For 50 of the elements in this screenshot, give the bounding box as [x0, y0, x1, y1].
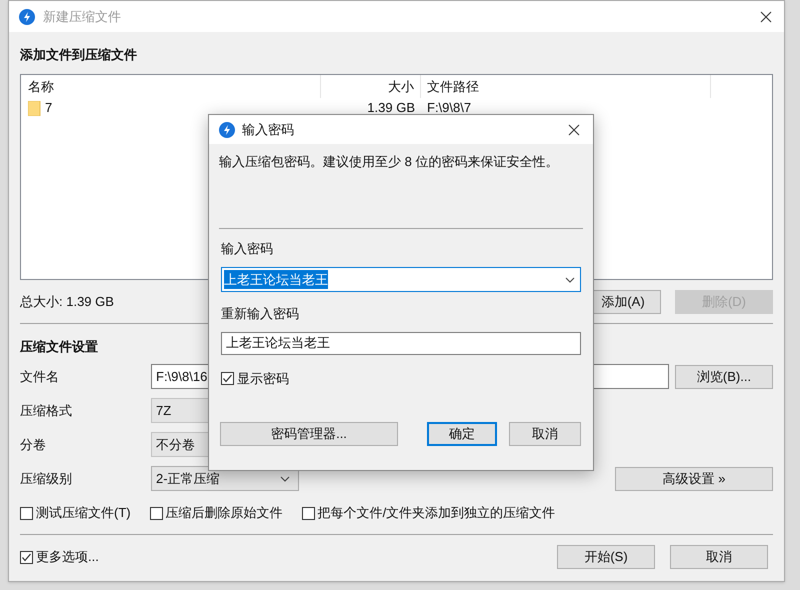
- checkbox[interactable]: [150, 506, 163, 520]
- button[interactable]: 取消: [670, 545, 768, 569]
- column-header[interactable]: 大小: [321, 75, 421, 98]
- column-header[interactable]: 名称: [21, 75, 321, 98]
- dialog-title: 输入密码: [242, 120, 294, 139]
- chevron-down-icon: [565, 276, 575, 282]
- button[interactable]: 开始(S): [557, 545, 655, 569]
- confirm-password-text: 上老王论坛当老王: [226, 334, 330, 352]
- field-label: 压缩级别: [20, 470, 73, 488]
- field-value: 不分卷: [156, 436, 195, 454]
- confirm-password-field[interactable]: 上老王论坛当老王: [221, 332, 581, 354]
- checkbox-label[interactable]: 压缩后删除原始文件: [166, 503, 283, 523]
- password-combo-field[interactable]: 上老王论坛当老王: [221, 267, 581, 292]
- table-cell-text: 1.39 GB: [367, 99, 415, 118]
- field-label: 重新输入密码: [221, 305, 299, 323]
- checkbox[interactable]: [302, 506, 315, 520]
- total-size: 总大小: 1.39 GB: [20, 293, 114, 312]
- checkbox[interactable]: [20, 506, 33, 520]
- app-logo-icon: [219, 122, 235, 138]
- field-label: 输入密码: [221, 240, 273, 258]
- button[interactable]: 密码管理器...: [220, 422, 398, 446]
- column-header[interactable]: 文件路径: [421, 75, 711, 98]
- checkbox-label[interactable]: 把每个文件/文件夹添加到独立的压缩文件: [318, 503, 556, 523]
- field-label: 压缩格式: [20, 402, 73, 420]
- app-logo-icon: [19, 8, 35, 24]
- section-title: 压缩文件设置: [20, 338, 98, 355]
- close-icon[interactable]: [568, 124, 580, 136]
- chevron-down-icon: [280, 476, 290, 482]
- field-value: 2-正常压缩: [156, 470, 220, 488]
- button[interactable]: 高级设置 »: [615, 466, 773, 490]
- field-value: F:\9\8\16: [156, 368, 208, 386]
- password-text: 上老王论坛当老王: [224, 270, 328, 290]
- folder-icon: [28, 100, 41, 116]
- checkbox-label[interactable]: 更多选项...: [36, 547, 99, 567]
- checkbox[interactable]: [221, 372, 234, 385]
- button[interactable]: 确定: [427, 422, 497, 446]
- field-label: 分卷: [20, 436, 47, 454]
- section-title: 添加文件到压缩文件: [20, 46, 137, 63]
- field-label: 文件名: [20, 368, 60, 386]
- dialog-hint: 输入压缩包密码。建议使用至少 8 位的密码来保证安全性。: [219, 153, 558, 171]
- button[interactable]: 浏览(B)...: [675, 364, 773, 388]
- checkbox-label[interactable]: 测试压缩文件(T): [36, 503, 131, 523]
- window-title: 新建压缩文件: [43, 8, 121, 26]
- checkbox[interactable]: [20, 550, 33, 564]
- button[interactable]: 取消: [509, 422, 581, 446]
- checkbox-label[interactable]: 显示密码: [237, 368, 289, 388]
- close-icon[interactable]: [760, 10, 772, 22]
- table-cell-text: 7: [45, 99, 52, 118]
- table-cell: F:\9\8\7: [427, 100, 472, 116]
- field-value: 7Z: [156, 402, 172, 420]
